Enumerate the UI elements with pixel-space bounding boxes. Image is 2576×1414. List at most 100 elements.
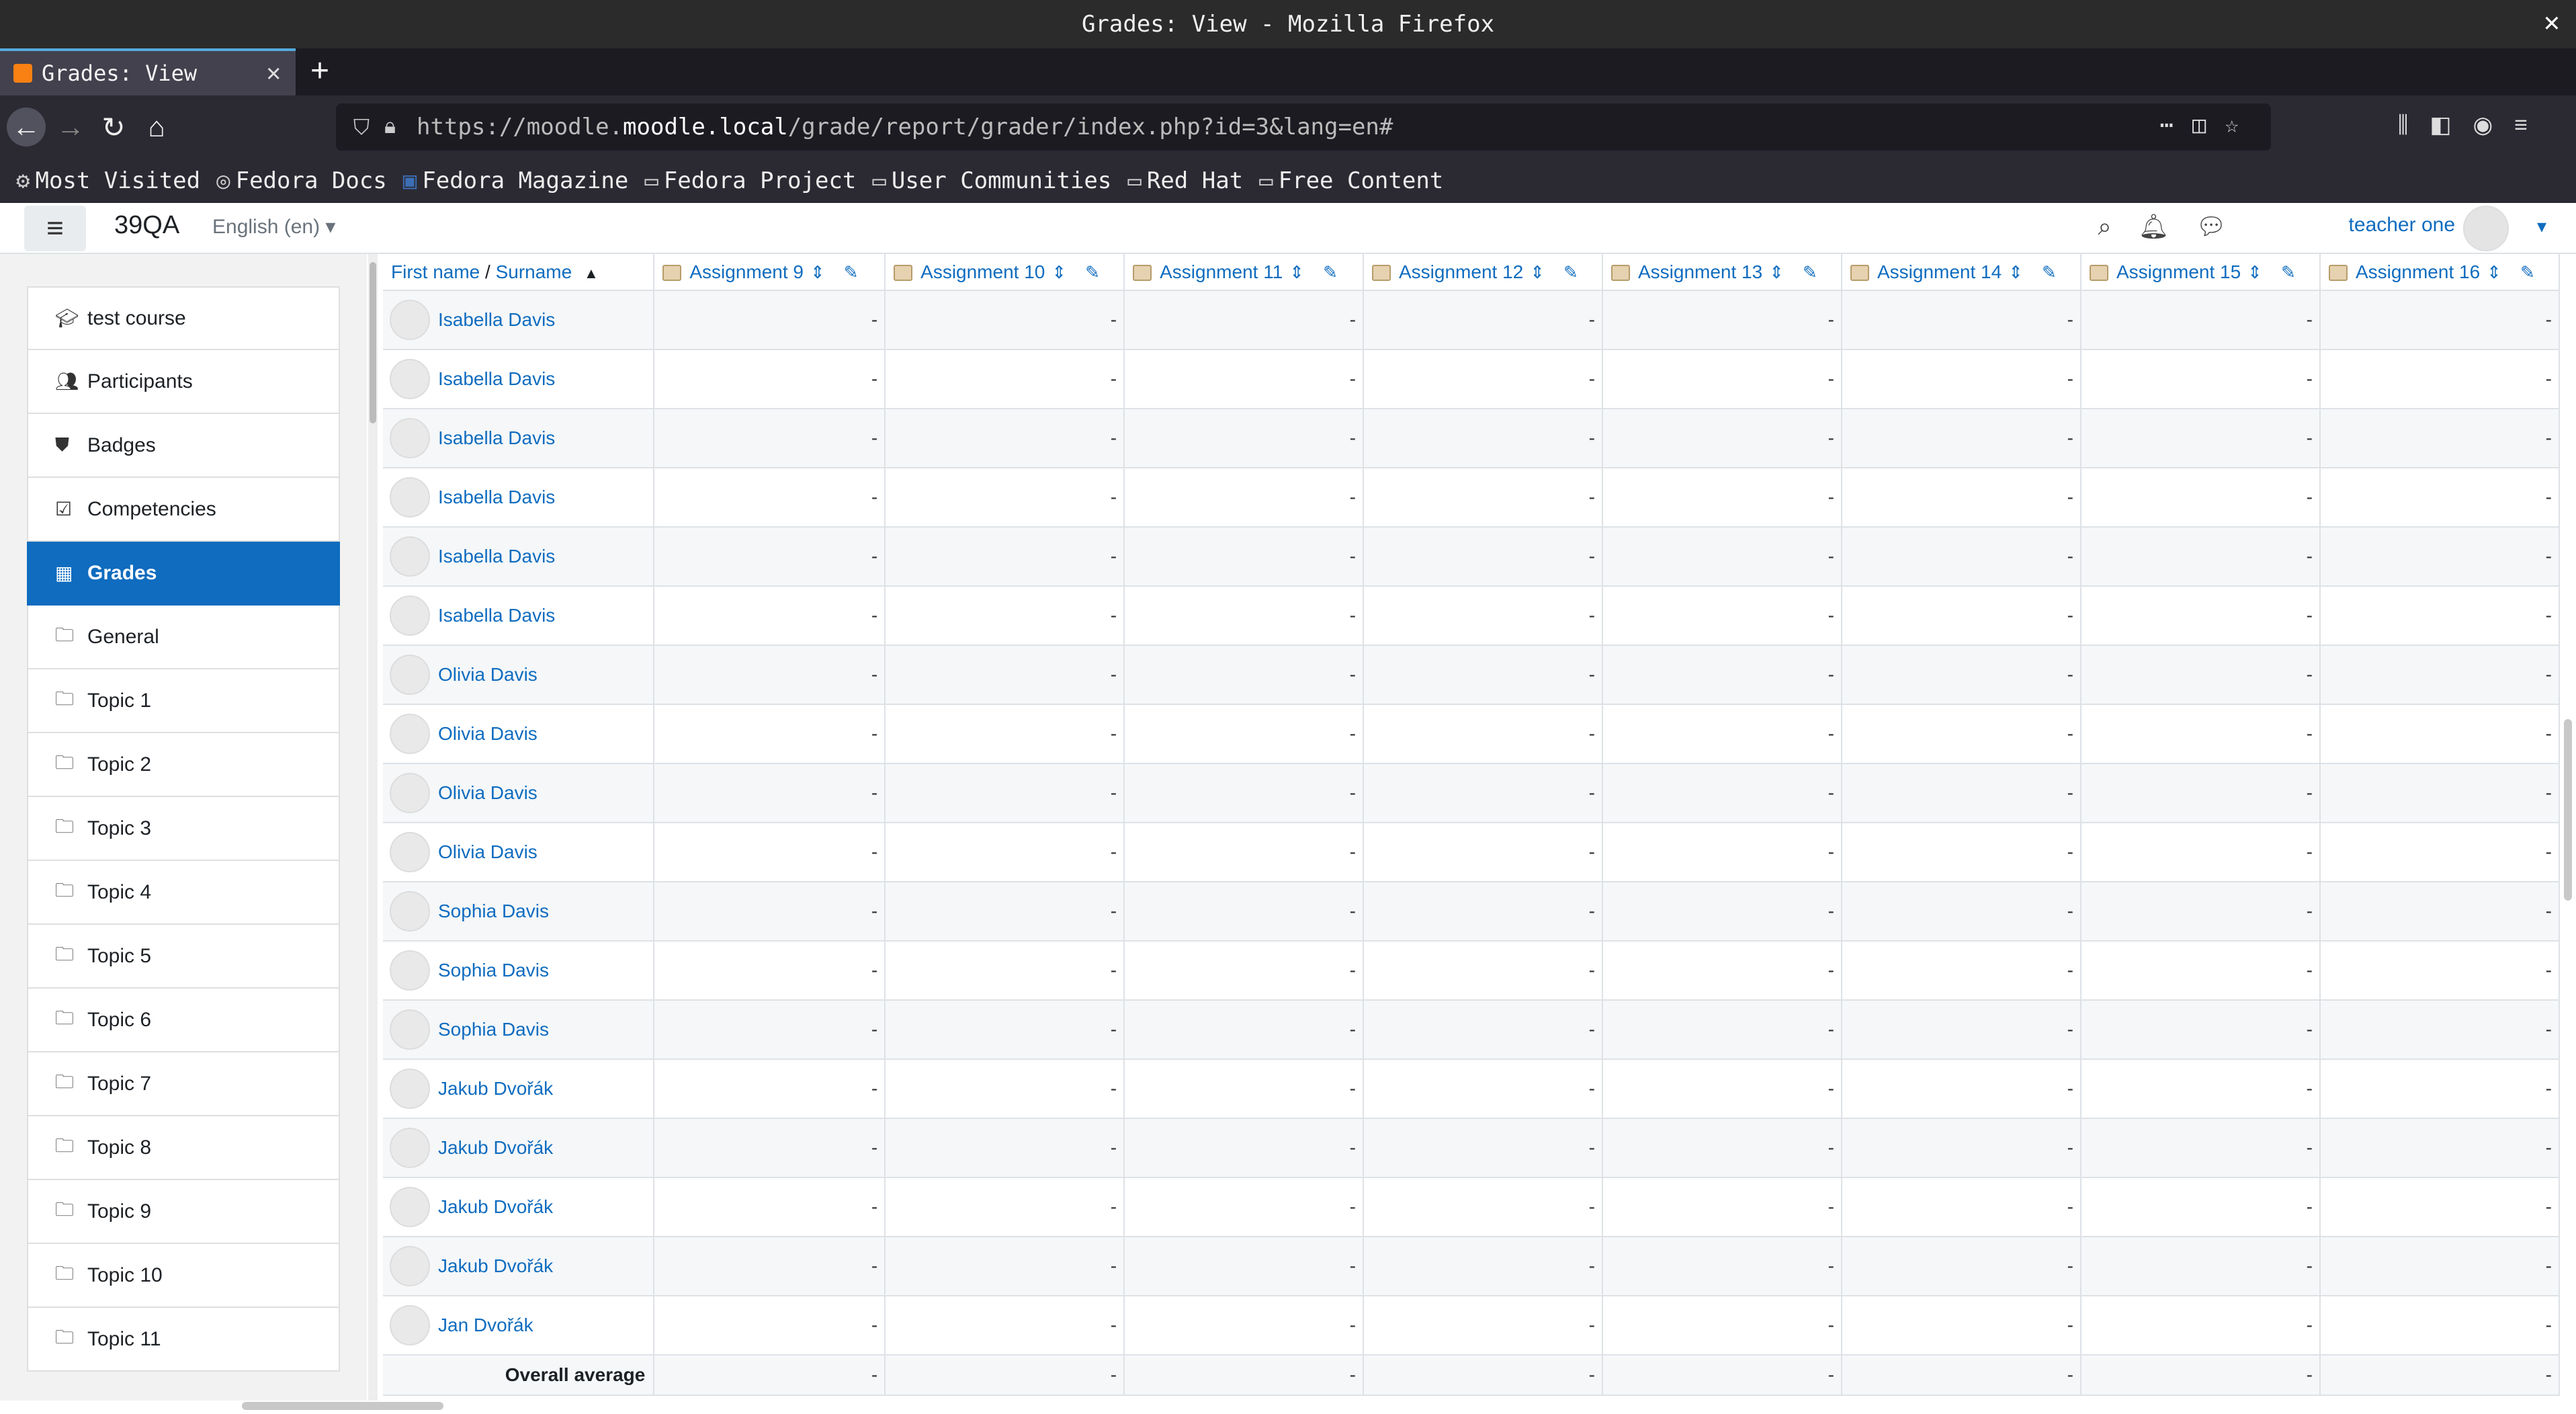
- grade-cell[interactable]: -: [654, 763, 886, 823]
- assignment-header-link[interactable]: Assignment 15: [2116, 261, 2241, 282]
- grade-cell[interactable]: -: [1602, 823, 1842, 882]
- assignment-header-link[interactable]: Assignment 10: [920, 261, 1045, 282]
- grade-cell[interactable]: -: [1602, 941, 1842, 1001]
- grade-cell[interactable]: -: [2319, 290, 2560, 350]
- user-menu-chevron-down-icon[interactable]: ▾: [2537, 215, 2546, 237]
- grade-cell[interactable]: -: [1602, 882, 1842, 942]
- grade-cell[interactable]: -: [2319, 882, 2560, 942]
- bookmark-fedora-docs[interactable]: ◎ Fedora Docs: [216, 167, 387, 194]
- grade-cell[interactable]: -: [2319, 823, 2560, 882]
- grade-cell[interactable]: -: [885, 763, 1125, 823]
- sidebar-item-topic-1[interactable]: 🗀 Topic 1: [27, 669, 340, 733]
- grade-cell[interactable]: -: [1602, 1237, 1842, 1296]
- grade-cell[interactable]: -: [1841, 1000, 2081, 1060]
- bell-icon[interactable]: 🔔︎: [2139, 212, 2196, 240]
- grade-cell[interactable]: -: [1841, 763, 2081, 823]
- grade-cell[interactable]: -: [885, 1237, 1125, 1296]
- grade-cell[interactable]: -: [2080, 527, 2321, 587]
- sort-icon[interactable]: ⇕: [2247, 262, 2262, 282]
- drawer-toggle-hamburger-icon[interactable]: ≡: [24, 206, 86, 251]
- bookmark-star-icon[interactable]: ☆: [2225, 112, 2258, 138]
- grade-cell[interactable]: -: [2080, 1177, 2321, 1237]
- grade-cell[interactable]: -: [2080, 409, 2321, 468]
- grade-cell[interactable]: -: [2080, 763, 2321, 823]
- grade-cell[interactable]: -: [654, 349, 886, 409]
- grade-cell[interactable]: -: [1602, 1059, 1842, 1119]
- grade-cell[interactable]: -: [2080, 586, 2321, 646]
- back-arrow-icon[interactable]: ←: [7, 108, 46, 147]
- grade-cell[interactable]: -: [1363, 1118, 1603, 1178]
- grade-cell[interactable]: -: [2319, 704, 2560, 764]
- avatar[interactable]: [390, 1246, 430, 1286]
- avatar[interactable]: [390, 714, 430, 754]
- grade-cell[interactable]: -: [654, 645, 886, 705]
- edit-pencil-icon[interactable]: ✎: [1323, 262, 1338, 282]
- lock-icon[interactable]: 🔒︎: [384, 113, 396, 139]
- grade-cell[interactable]: -: [885, 1059, 1125, 1119]
- grade-cell[interactable]: -: [2080, 882, 2321, 942]
- grade-cell[interactable]: -: [2319, 645, 2560, 705]
- grade-cell[interactable]: -: [2080, 941, 2321, 1001]
- grade-cell[interactable]: -: [654, 586, 886, 646]
- grade-cell[interactable]: -: [885, 704, 1125, 764]
- grade-cell[interactable]: -: [1124, 409, 1364, 468]
- grade-cell[interactable]: -: [1841, 349, 2081, 409]
- grade-cell[interactable]: -: [2080, 1296, 2321, 1356]
- grade-cell[interactable]: -: [2319, 763, 2560, 823]
- grade-cell[interactable]: -: [1124, 1177, 1364, 1237]
- sidebar-toggle-icon[interactable]: ◧: [2430, 112, 2473, 138]
- grade-cell[interactable]: -: [885, 468, 1125, 528]
- student-name-link[interactable]: Isabella Davis: [438, 427, 555, 448]
- browser-tab[interactable]: Grades: View ✕: [0, 48, 296, 95]
- avatar[interactable]: [390, 1305, 430, 1345]
- assignment-header-link[interactable]: Assignment 13: [1638, 261, 1762, 282]
- student-name-link[interactable]: Olivia Davis: [438, 841, 538, 862]
- grade-cell[interactable]: -: [1363, 1059, 1603, 1119]
- grade-cell[interactable]: -: [1363, 290, 1603, 350]
- grade-cell[interactable]: -: [1602, 290, 1842, 350]
- student-name-link[interactable]: Isabella Davis: [438, 487, 555, 507]
- grade-cell[interactable]: -: [2080, 468, 2321, 528]
- sort-icon[interactable]: ⇕: [1289, 262, 1304, 282]
- grade-cell[interactable]: -: [885, 645, 1125, 705]
- grade-cell[interactable]: -: [654, 1237, 886, 1296]
- sidebar-item-topic-3[interactable]: 🗀 Topic 3: [27, 797, 340, 861]
- grade-cell[interactable]: -: [2080, 1000, 2321, 1060]
- grade-cell[interactable]: -: [1841, 409, 2081, 468]
- user-menu-name[interactable]: teacher one: [2349, 214, 2455, 237]
- grade-cell[interactable]: -: [2080, 1118, 2321, 1178]
- tab-close-icon[interactable]: ✕: [266, 59, 281, 87]
- student-name-link[interactable]: Sophia Davis: [438, 901, 549, 921]
- grade-cell[interactable]: -: [2319, 468, 2560, 528]
- student-name-link[interactable]: Olivia Davis: [438, 782, 538, 803]
- grade-cell[interactable]: -: [654, 823, 886, 882]
- student-name-link[interactable]: Jan Dvořák: [438, 1315, 533, 1335]
- grade-cell[interactable]: -: [885, 349, 1125, 409]
- page-scrollbar-thumb[interactable]: [2564, 719, 2572, 901]
- bookmark-most-visited[interactable]: ⚙ Most Visited: [16, 167, 200, 194]
- grade-cell[interactable]: -: [1124, 527, 1364, 587]
- grade-cell[interactable]: -: [1363, 1177, 1603, 1237]
- grade-cell[interactable]: -: [2319, 1059, 2560, 1119]
- avatar[interactable]: [390, 477, 430, 517]
- grade-cell[interactable]: -: [1124, 1296, 1364, 1356]
- new-tab-icon[interactable]: +: [310, 52, 329, 89]
- grade-cell[interactable]: -: [1841, 645, 2081, 705]
- grade-cell[interactable]: -: [1124, 1059, 1364, 1119]
- sort-firstname-link[interactable]: First name: [391, 261, 480, 282]
- student-name-link[interactable]: Sophia Davis: [438, 1019, 549, 1040]
- assignment-header-link[interactable]: Assignment 14: [1877, 261, 2002, 282]
- drawer-scrollbar[interactable]: [368, 254, 378, 1401]
- sort-icon[interactable]: ⇕: [1769, 262, 1784, 282]
- grade-cell[interactable]: -: [2080, 823, 2321, 882]
- grade-cell[interactable]: -: [2080, 1237, 2321, 1296]
- grade-cell[interactable]: -: [2319, 586, 2560, 646]
- sort-icon[interactable]: ⇕: [2487, 262, 2501, 282]
- avatar[interactable]: [390, 832, 430, 872]
- avatar[interactable]: [390, 300, 430, 340]
- grade-cell[interactable]: -: [1841, 882, 2081, 942]
- library-icon[interactable]: ⫼: [2398, 112, 2430, 138]
- grade-cell[interactable]: -: [2319, 527, 2560, 587]
- grade-cell[interactable]: -: [654, 409, 886, 468]
- grade-cell[interactable]: -: [1602, 349, 1842, 409]
